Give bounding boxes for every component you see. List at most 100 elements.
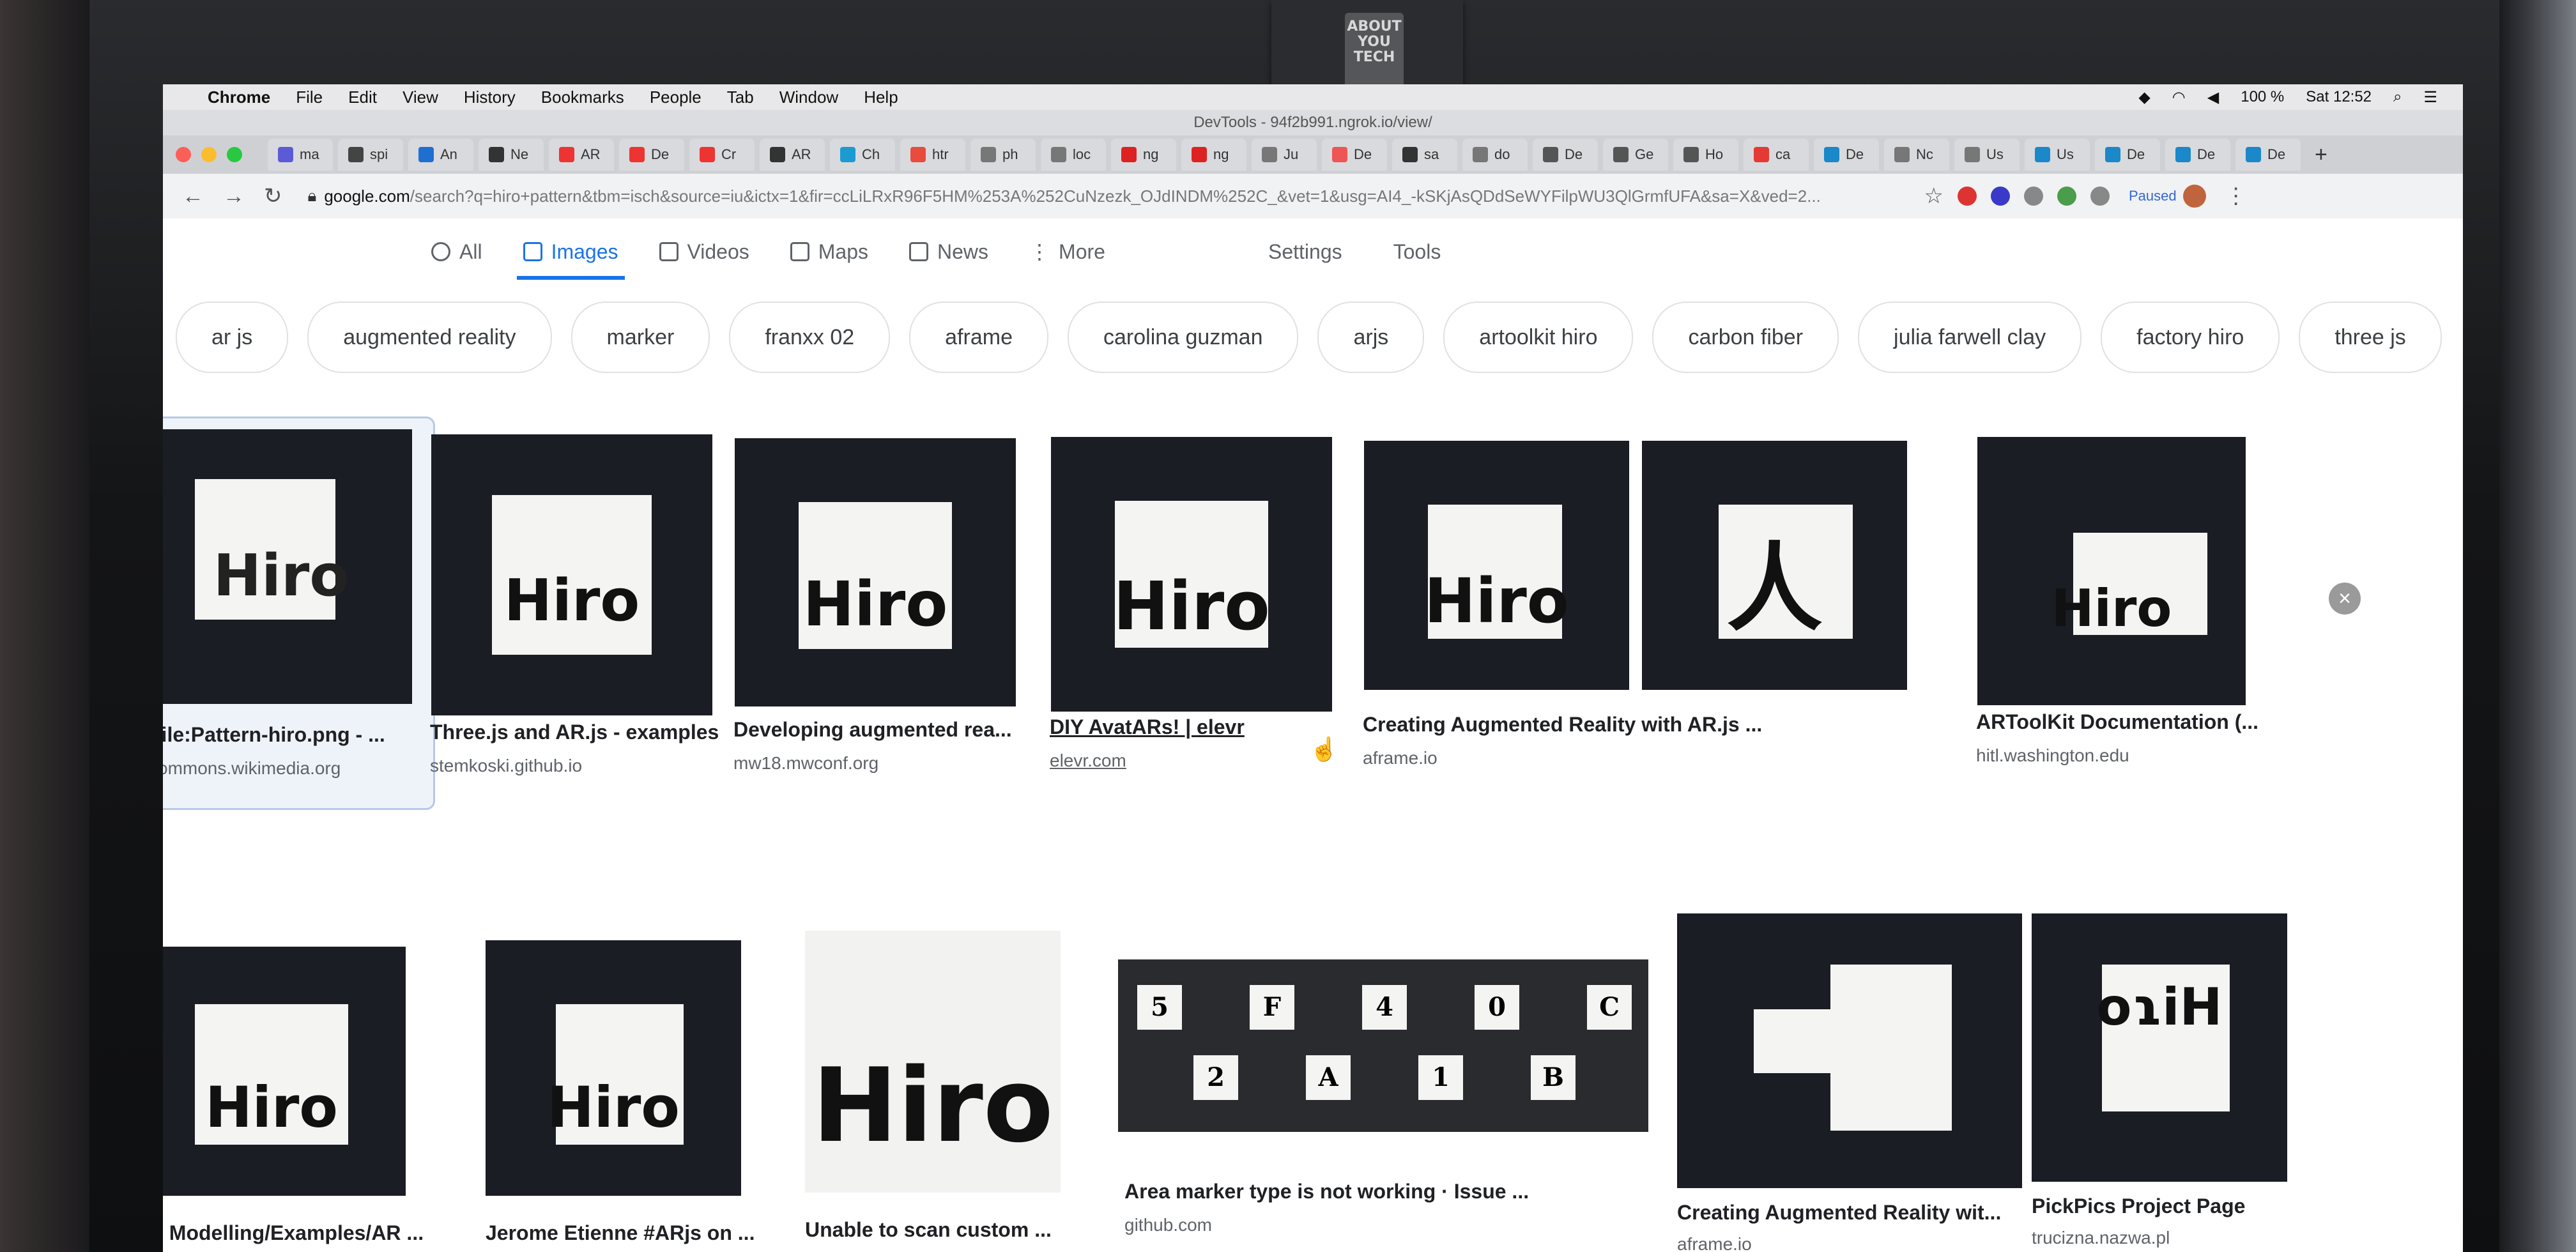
tab-maps[interactable]: Maps	[790, 218, 868, 285]
browser-tab[interactable]: De	[1533, 139, 1598, 171]
menu-window[interactable]: Window	[779, 88, 838, 107]
spotlight-icon[interactable]: ⌕	[2393, 88, 2402, 107]
browser-tab[interactable]: Ge	[1603, 139, 1668, 171]
menu-app[interactable]: Chrome	[208, 88, 270, 107]
extension-icon[interactable]	[1957, 187, 1977, 206]
close-window-icon[interactable]	[176, 147, 191, 162]
result-source[interactable]: aframe.io	[1363, 748, 1438, 768]
profile-paused-label[interactable]: Paused	[2129, 188, 2177, 204]
result-thumbnail[interactable]: Hiro	[163, 429, 412, 704]
browser-tab[interactable]: Us	[2025, 139, 2090, 171]
forward-icon[interactable]: →	[223, 184, 245, 209]
related-search-chip[interactable]: augmented reality	[307, 302, 552, 373]
extension-icon[interactable]	[2057, 187, 2076, 206]
clock[interactable]: Sat 12:52	[2306, 88, 2372, 107]
back-icon[interactable]: ←	[182, 184, 204, 209]
menu-help[interactable]: Help	[864, 88, 898, 107]
result-thumbnail[interactable]: 52FA410BC	[1118, 959, 1648, 1132]
result-source[interactable]: aframe.io	[1677, 1234, 1752, 1252]
browser-tab[interactable]: Ju	[1252, 139, 1317, 171]
result-thumbnail[interactable]: Hiro	[1977, 437, 2246, 705]
notification-center-icon[interactable]: ☰	[2423, 88, 2437, 107]
result-title[interactable]: DIY AvatARs! | elevr	[1050, 715, 1245, 739]
volume-icon[interactable]: ◀	[2207, 88, 2219, 107]
dropbox-icon[interactable]: ◆	[2138, 88, 2150, 107]
settings-link[interactable]: Settings	[1268, 240, 1342, 264]
result-title[interactable]: File:Pattern-hiro.png - ...	[163, 723, 385, 747]
related-search-chip[interactable]: carbon fiber	[1652, 302, 1839, 373]
related-search-chip[interactable]: carolina guzman	[1068, 302, 1299, 373]
browser-tab[interactable]: Ne	[479, 139, 544, 171]
chrome-menu-icon[interactable]: ⋮	[2225, 183, 2247, 209]
result-title[interactable]: Three.js and AR.js - examples	[430, 721, 719, 744]
result-thumbnail[interactable]: Hiro	[163, 947, 406, 1196]
extension-icon[interactable]	[2023, 187, 2043, 206]
tab-all[interactable]: All	[431, 218, 482, 285]
result-source[interactable]: commons.wikimedia.org	[163, 758, 341, 779]
related-search-chip[interactable]: franxx 02	[729, 302, 891, 373]
reload-icon[interactable]: ↻	[264, 183, 282, 209]
result-source[interactable]: trucizna.nazwa.pl	[2032, 1228, 2170, 1248]
browser-tab[interactable]: spi	[338, 139, 403, 171]
tab-images[interactable]: Images	[516, 218, 625, 285]
tab-more[interactable]: ⋮ More	[1029, 218, 1105, 285]
maximize-window-icon[interactable]	[227, 147, 242, 162]
close-icon[interactable]: ×	[2329, 583, 2361, 615]
result-title[interactable]: Jerome Etienne #ARjs on ...	[486, 1221, 755, 1245]
browser-tab[interactable]: De	[619, 139, 684, 171]
result-title[interactable]: Area marker type is not working · Issue …	[1124, 1180, 1529, 1203]
result-source[interactable]: stemkoski.github.io	[430, 756, 582, 776]
result-title[interactable]: Creating Augmented Reality with AR.js ..…	[1363, 713, 1762, 737]
result-title[interactable]: PickPics Project Page	[2032, 1195, 2245, 1218]
menu-edit[interactable]: Edit	[348, 88, 377, 107]
related-search-chip[interactable]: factory hiro	[2101, 302, 2280, 373]
browser-tab[interactable]: loc	[1041, 139, 1106, 171]
minimize-window-icon[interactable]	[201, 147, 217, 162]
address-bar[interactable]: 🔒︎ google.com /search?q=hiro+pattern&tbm…	[308, 181, 1905, 211]
browser-tab[interactable]: An	[408, 139, 473, 171]
result-source[interactable]: hitl.washington.edu	[1976, 745, 2129, 766]
result-title[interactable]: Unable to scan custom ...	[805, 1218, 1052, 1242]
result-source[interactable]: mw18.mwconf.org	[733, 753, 878, 774]
result-thumbnail[interactable]: Hiro	[735, 438, 1016, 706]
browser-tab[interactable]: Cr	[689, 139, 755, 171]
result-title[interactable]: Creating Augmented Reality wit...	[1677, 1201, 2001, 1225]
bookmark-star-icon[interactable]: ☆	[1924, 183, 1943, 209]
battery-label[interactable]: 100 %	[2241, 88, 2284, 107]
related-search-chip[interactable]: marker	[571, 302, 710, 373]
avatar[interactable]	[2182, 185, 2206, 208]
tab-videos[interactable]: Videos	[659, 218, 749, 285]
browser-tab[interactable]: De	[1322, 139, 1387, 171]
browser-tab[interactable]: De	[1814, 139, 1879, 171]
result-thumbnail[interactable]: 人	[1642, 441, 1907, 690]
menu-view[interactable]: View	[402, 88, 438, 107]
browser-tab[interactable]: ca	[1744, 139, 1809, 171]
result-title[interactable]: 3D Modelling/Examples/AR ...	[163, 1221, 424, 1245]
browser-tab[interactable]: sa	[1392, 139, 1457, 171]
menu-bookmarks[interactable]: Bookmarks	[541, 88, 624, 107]
browser-tab[interactable]: ma	[268, 139, 333, 171]
wifi-icon[interactable]: ◠	[2172, 88, 2186, 107]
browser-tab[interactable]: AR	[760, 139, 825, 171]
related-search-chip[interactable]: ar js	[176, 302, 289, 373]
browser-tab[interactable]: Ho	[1673, 139, 1738, 171]
related-search-chip[interactable]: artoolkit hiro	[1443, 302, 1634, 373]
browser-tab[interactable]: Us	[1954, 139, 2020, 171]
result-thumbnail[interactable]: Hiro	[1051, 437, 1332, 712]
menu-tab[interactable]: Tab	[727, 88, 754, 107]
menu-people[interactable]: People	[650, 88, 702, 107]
menu-file[interactable]: File	[296, 88, 323, 107]
browser-tab[interactable]: ng	[1181, 139, 1246, 171]
browser-tab[interactable]: ph	[970, 139, 1036, 171]
result-thumbnail[interactable]: Hiro	[1364, 441, 1629, 690]
browser-tab[interactable]: ng	[1111, 139, 1176, 171]
browser-tab[interactable]: De	[2235, 139, 2301, 171]
result-title[interactable]: Developing augmented rea...	[733, 718, 1012, 742]
browser-tab[interactable]: htr	[900, 139, 965, 171]
result-thumbnail[interactable]: Hiro	[805, 931, 1061, 1193]
result-title[interactable]: ARToolKit Documentation (...	[1976, 710, 2258, 734]
tools-link[interactable]: Tools	[1393, 240, 1441, 264]
result-thumbnail[interactable]: oɿiH	[2032, 913, 2287, 1182]
related-search-chip[interactable]: julia farwell clay	[1858, 302, 2082, 373]
result-thumbnail[interactable]	[1677, 913, 2022, 1188]
